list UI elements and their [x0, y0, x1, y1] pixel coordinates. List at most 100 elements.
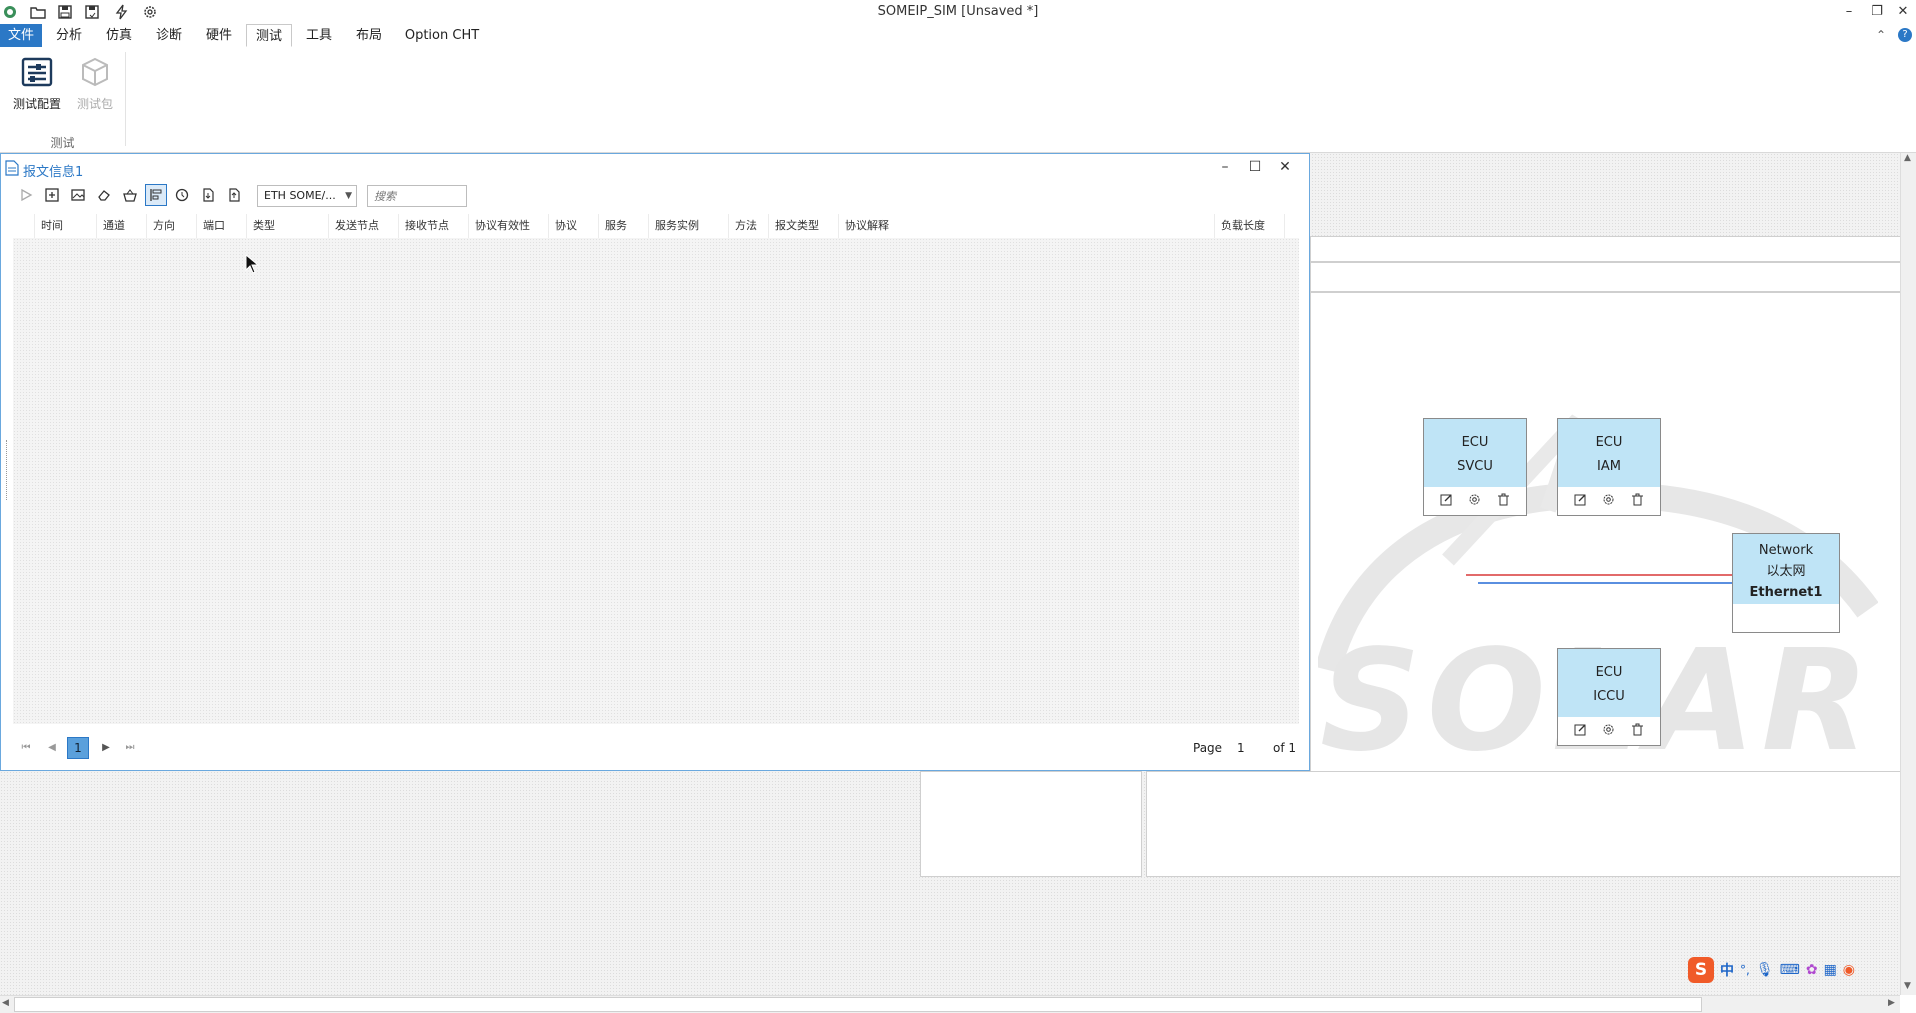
column-header-method[interactable]: 方法 [729, 214, 769, 238]
settings-icon[interactable] [1602, 493, 1615, 509]
menu-simulation[interactable]: 仿真 [100, 24, 138, 47]
menu-diagnostics[interactable]: 诊断 [150, 24, 188, 47]
help-icon[interactable]: ? [1898, 28, 1912, 42]
ecu-node-iccu[interactable]: ECU ICCU [1557, 648, 1661, 746]
ecu-node-iam[interactable]: ECU IAM [1557, 418, 1661, 516]
ecu-node-svcu[interactable]: ECU SVCU [1423, 418, 1527, 516]
ime-mascot-icon[interactable]: ◉ [1843, 962, 1855, 978]
test-package-button[interactable]: 测试包 [60, 56, 130, 112]
menu-test[interactable]: 测试 [246, 24, 292, 47]
message-info-window: 报文信息1 – ☐ ✕ ETH SOME/... ▼ 时间 通道 方向 端口 类… [0, 153, 1310, 771]
column-header-protocol[interactable]: 协议 [549, 214, 599, 238]
title-bar: SOMEIP_SIM [Unsaved *] – ❐ ✕ [0, 0, 1916, 24]
bg-panel-strip-2 [1310, 262, 1902, 292]
basket-icon[interactable] [119, 184, 141, 206]
menu-tools[interactable]: 工具 [300, 24, 338, 47]
ime-mode-toggle[interactable]: 中 [1720, 960, 1734, 980]
message-window-title[interactable]: 报文信息1 [23, 161, 83, 180]
current-page-button[interactable]: 1 [67, 737, 89, 759]
edit-icon[interactable] [1440, 493, 1453, 509]
row-indicator-column [13, 214, 35, 238]
splitter-handle[interactable] [6, 440, 9, 500]
column-header-channel[interactable]: 通道 [97, 214, 147, 238]
message-table-body[interactable] [13, 238, 1299, 724]
ecu-kind: ECU [1461, 435, 1489, 450]
last-page-icon[interactable]: ⏭ [121, 738, 139, 756]
ecu-name: ICCU [1593, 689, 1625, 704]
column-header-protocol-interpretation[interactable]: 协议解释 [839, 214, 1215, 238]
clock-icon[interactable] [171, 184, 193, 206]
column-header-time[interactable]: 时间 [35, 214, 97, 238]
bg-panel-left [920, 771, 1142, 877]
restore-button[interactable]: ❐ [1864, 0, 1890, 22]
network-node-ethernet1[interactable]: Network 以太网 Ethernet1 [1732, 533, 1840, 633]
column-header-port[interactable]: 端口 [197, 214, 247, 238]
scroll-right-icon[interactable]: ▶ [1888, 998, 1895, 1008]
menu-analysis[interactable]: 分析 [50, 24, 88, 47]
column-header-protocol-validity[interactable]: 协议有效性 [469, 214, 549, 238]
window-minimize-button[interactable]: – [1211, 156, 1239, 178]
edit-icon[interactable] [1574, 723, 1587, 739]
skin-icon[interactable]: ✿ [1806, 962, 1818, 978]
settings-icon[interactable] [1468, 493, 1481, 509]
menu-hardware[interactable]: 硬件 [200, 24, 238, 47]
ecu-kind: ECU [1595, 435, 1623, 450]
collapse-ribbon-icon[interactable]: ⌃ [1876, 28, 1886, 42]
scroll-down-icon[interactable]: ▼ [1904, 981, 1911, 991]
prev-page-icon[interactable]: ◀ [43, 738, 61, 756]
column-header-receiver[interactable]: 接收节点 [399, 214, 469, 238]
chevron-down-icon: ▼ [345, 191, 352, 201]
add-icon[interactable] [41, 184, 63, 206]
scroll-left-icon[interactable]: ◀ [2, 998, 9, 1008]
column-header-message-type[interactable]: 报文类型 [769, 214, 839, 238]
column-header-service-instance[interactable]: 服务实例 [649, 214, 729, 238]
menu-option-cht[interactable]: Option CHT [400, 24, 484, 47]
page-number: 1 [1237, 741, 1245, 755]
pager: ⏮ ◀ 1 ▶ ⏭ Page 1 of 1 [13, 732, 1299, 764]
column-header-direction[interactable]: 方向 [147, 214, 197, 238]
image-icon[interactable] [67, 184, 89, 206]
menu-file[interactable]: 文件 [0, 24, 42, 47]
protocol-filter-value: ETH SOME/... [264, 189, 336, 202]
column-header-service[interactable]: 服务 [599, 214, 649, 238]
settings-icon[interactable] [1602, 723, 1615, 739]
window-maximize-button[interactable]: ☐ [1241, 156, 1269, 178]
first-page-icon[interactable]: ⏮ [17, 738, 35, 756]
eraser-icon[interactable] [93, 184, 115, 206]
column-layout-icon[interactable] [145, 184, 167, 206]
page-label: Page [1193, 741, 1223, 755]
test-package-label: 测试包 [76, 97, 113, 111]
microphone-icon[interactable]: 🎙 [1756, 962, 1774, 978]
protocol-filter-select[interactable]: ETH SOME/... ▼ [257, 185, 357, 207]
ime-punctuation-toggle[interactable]: °, [1740, 963, 1750, 977]
keyboard-icon[interactable]: ⌨ [1780, 962, 1800, 978]
window-title: SOMEIP_SIM [Unsaved *] [877, 4, 1039, 19]
ribbon-separator [125, 52, 126, 146]
next-page-icon[interactable]: ▶ [97, 738, 115, 756]
column-header-sender[interactable]: 发送节点 [329, 214, 399, 238]
delete-icon[interactable] [1497, 493, 1510, 509]
column-header-payload-length[interactable]: 负载长度 [1215, 214, 1285, 238]
scroll-up-icon[interactable]: ▲ [1904, 153, 1911, 163]
delete-icon[interactable] [1631, 493, 1644, 509]
export-icon[interactable] [223, 184, 245, 206]
delete-icon[interactable] [1631, 723, 1644, 739]
search-input[interactable] [367, 185, 467, 207]
minimize-button[interactable]: – [1836, 0, 1862, 22]
import-icon[interactable] [197, 184, 219, 206]
close-button[interactable]: ✕ [1890, 0, 1916, 22]
menu-layout[interactable]: 布局 [350, 24, 388, 47]
toolbox-grid-icon[interactable]: ▦ [1824, 962, 1837, 978]
column-header-type[interactable]: 类型 [247, 214, 329, 238]
horizontal-scroll-thumb[interactable] [14, 997, 1702, 1012]
sogou-logo-icon[interactable]: S [1688, 957, 1714, 983]
play-icon[interactable] [15, 184, 37, 206]
window-close-button[interactable]: ✕ [1271, 156, 1299, 178]
ime-toolbar: S 中 °, 🎙 ⌨ ✿ ▦ ◉ [1688, 956, 1898, 984]
vertical-scrollbar[interactable]: ▲ ▼ [1900, 153, 1916, 995]
link-blue [1478, 582, 1732, 584]
bg-panel-strip-1 [1310, 236, 1902, 262]
horizontal-scrollbar[interactable]: ◀ ▶ [0, 995, 1900, 1013]
edit-icon[interactable] [1574, 493, 1587, 509]
page-total: of 1 [1273, 741, 1297, 755]
